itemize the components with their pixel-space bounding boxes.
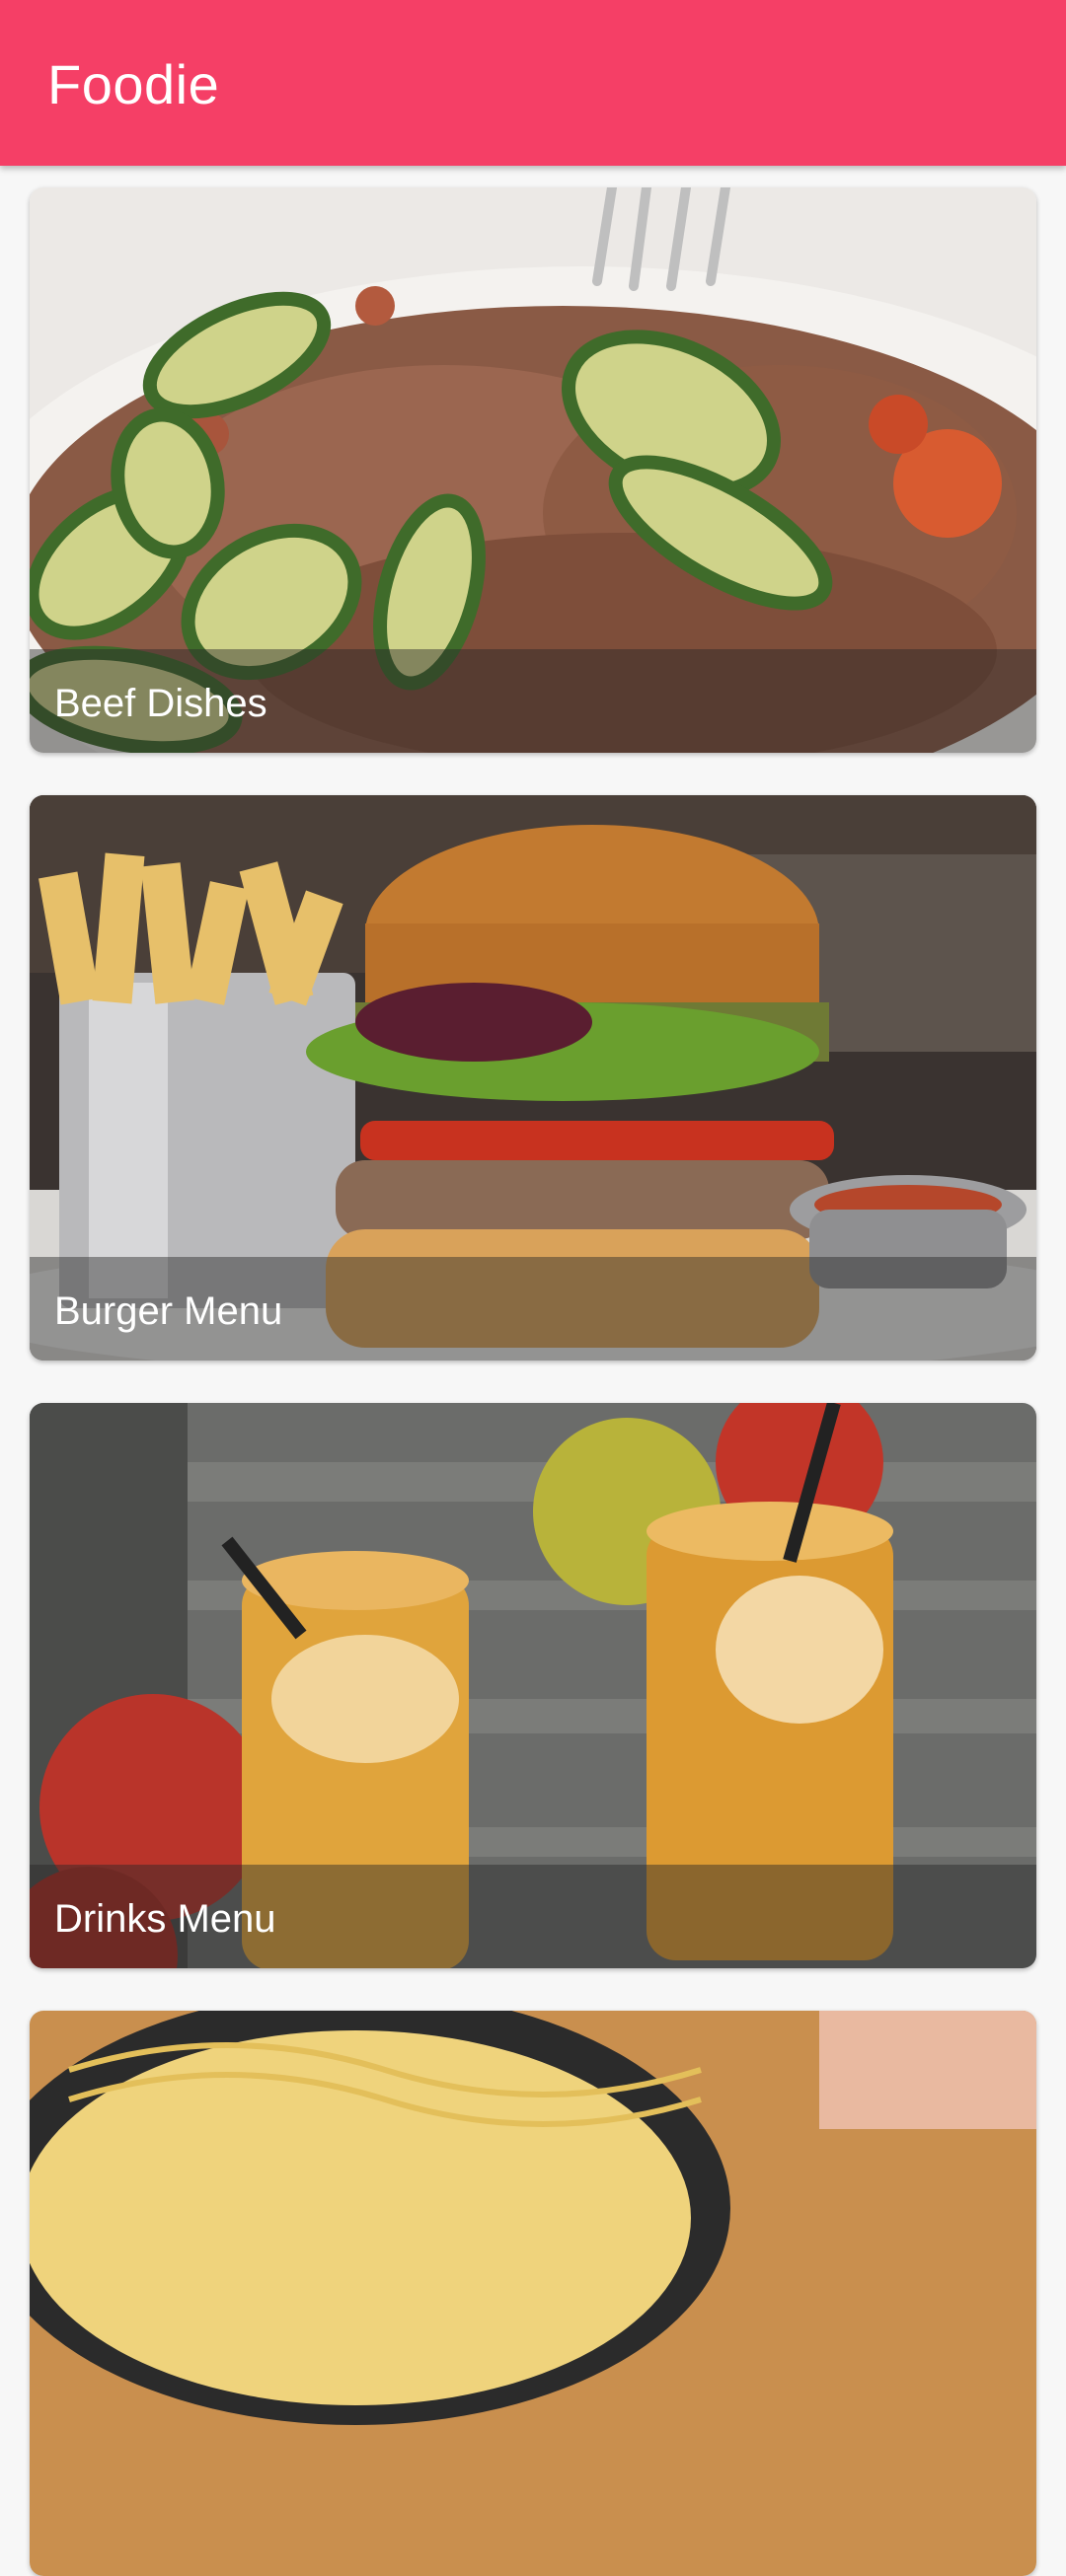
category-card-drinks-menu[interactable]: Drinks Menu [30, 1403, 1036, 1968]
category-card-pasta[interactable] [30, 2011, 1036, 2576]
category-label: Drinks Menu [54, 1897, 276, 1941]
app-title: Foodie [47, 53, 220, 115]
category-label: Beef Dishes [54, 682, 267, 725]
category-card-burger-menu[interactable]: Burger Menu [30, 795, 1036, 1361]
pasta-image [30, 2011, 1036, 2576]
category-list[interactable]: Beef Dishes Burger Menu Drinks Menu [0, 0, 1066, 2576]
category-label: Burger Menu [54, 1289, 283, 1333]
category-card-beef-dishes[interactable]: Beef Dishes [30, 187, 1036, 753]
app-bar: Foodie [0, 0, 1066, 166]
